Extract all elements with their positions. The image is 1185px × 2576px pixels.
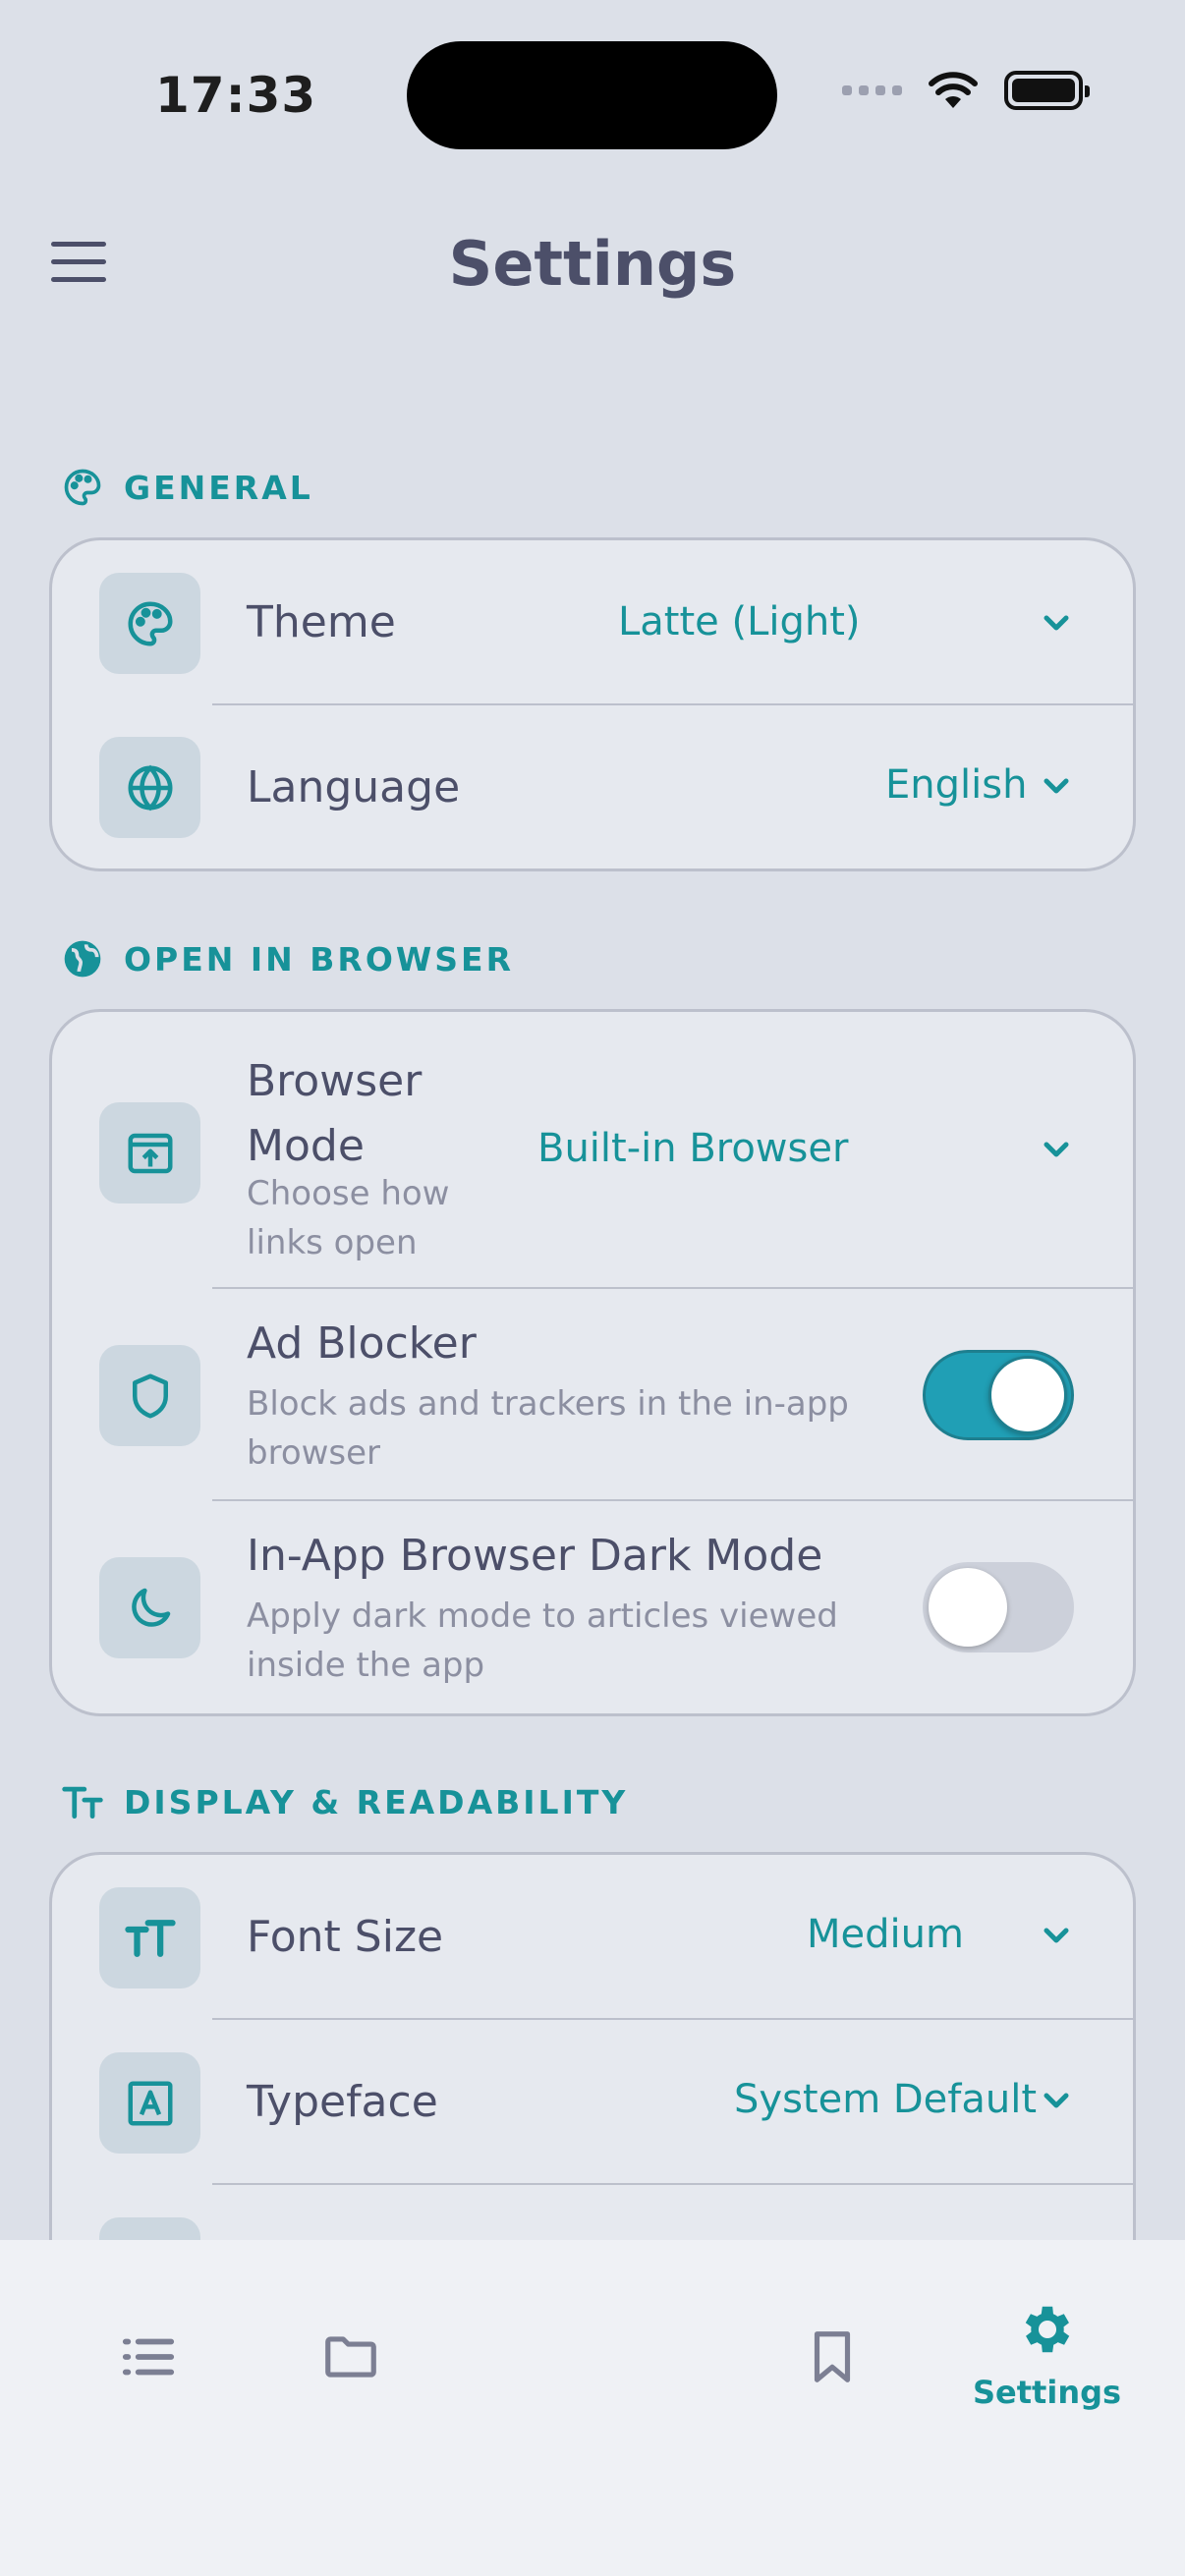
font-size-value[interactable]: Medium [807,1912,964,1957]
section-display-text: DISPLAY & READABILITY [124,1782,629,1821]
theme-icon-box [99,573,200,674]
tab-settings[interactable]: Settings [973,2299,1121,2411]
typeface-value[interactable]: System Default [734,2077,1037,2122]
tab-list[interactable] [118,2326,179,2387]
open-in-browser-icon [128,1133,172,1173]
language-row[interactable]: Language English [52,705,1133,868]
ad-blocker-row: Ad Blocker Block ads and trackers in the… [52,1289,1133,1501]
page-title: Settings [448,228,737,300]
status-icons [842,71,1090,110]
palette-icon [64,469,101,506]
language-value[interactable]: English [885,762,1027,808]
browser-mode-value[interactable]: Built-in Browser [537,1126,848,1171]
ad-blocker-subtitle: Block ads and trackers in the in-app bro… [247,1384,849,1473]
chevron-down-icon[interactable] [1037,1916,1076,1955]
text-size-icon [62,1786,103,1820]
font-size-title: Font Size [247,1912,444,1962]
bookmark-icon [814,2331,851,2382]
chevron-down-icon[interactable] [1037,766,1076,806]
status-time: 17:33 [155,67,317,124]
browser-card: Browser Mode Choose how links open Built… [49,1009,1136,1716]
ad-blocker-title: Ad Blocker [247,1318,477,1369]
font-size-row[interactable]: Font Size Medium [52,1855,1133,2020]
gear-icon [1025,2306,1069,2353]
section-display-label: DISPLAY & READABILITY [61,1780,628,1823]
toggle-knob [929,1568,1007,1647]
folder-icon [325,2336,376,2378]
ad-blocker-toggle[interactable] [923,1350,1074,1440]
section-browser-label: OPEN IN BROWSER [61,937,514,980]
chevron-down-icon[interactable] [1037,1130,1076,1169]
typeface-title: Typeface [247,2077,438,2127]
signal-icon [842,85,902,95]
dark-mode-toggle[interactable] [923,1562,1074,1652]
battery-icon [1004,71,1090,110]
chevron-down-icon[interactable] [1037,2081,1076,2120]
typeface-row[interactable]: Typeface System Default [52,2020,1133,2185]
typeface-icon [128,2081,172,2125]
general-card: Theme Latte (Light) Language English [49,537,1136,871]
theme-title: Theme [247,597,396,647]
ad-blocker-icon-box [99,1345,200,1446]
wifi-icon [929,72,978,108]
palette-icon [128,600,173,646]
browser-mode-icon-box [99,1102,200,1204]
chevron-down-icon[interactable] [1037,603,1076,643]
moon-icon [131,1588,170,1627]
tab-settings-label: Settings [973,2374,1122,2411]
dark-mode-icon-box [99,1557,200,1658]
globe-icon [128,764,172,811]
typeface-icon-box [99,2052,200,2154]
theme-value[interactable]: Latte (Light) [618,599,861,644]
dynamic-island [407,41,777,149]
shield-icon [132,1373,168,1418]
font-size-icon-box [99,1887,200,1988]
settings-screen: 17:33 Settings GENERAL Theme Latte (Ligh… [0,0,1185,2576]
browser-mode-row[interactable]: Browser Mode Choose how links open Built… [52,1012,1133,1289]
language-icon-box [99,737,200,838]
dark-mode-row: In-App Browser Dark Mode Apply dark mode… [52,1501,1133,1713]
tab-folders[interactable] [320,2326,381,2387]
toggle-knob [988,1356,1067,1434]
language-title: Language [247,762,461,812]
tab-bookmarks[interactable] [802,2326,863,2387]
list-icon [122,2338,175,2376]
section-general-text: GENERAL [124,468,313,507]
browser-mode-title: Browser Mode [247,1056,423,1171]
dark-mode-title: In-App Browser Dark Mode [247,1531,823,1581]
theme-row[interactable]: Theme Latte (Light) [52,540,1133,705]
earth-icon [64,940,101,978]
section-browser-text: OPEN IN BROWSER [124,939,515,979]
bottom-tab-bar: Settings [0,2240,1185,2576]
section-general-label: GENERAL [61,466,313,509]
browser-mode-subtitle: Choose how links open [247,1174,450,1262]
dark-mode-subtitle: Apply dark mode to articles viewed insid… [247,1596,838,1685]
text-size-icon [124,1919,176,1957]
